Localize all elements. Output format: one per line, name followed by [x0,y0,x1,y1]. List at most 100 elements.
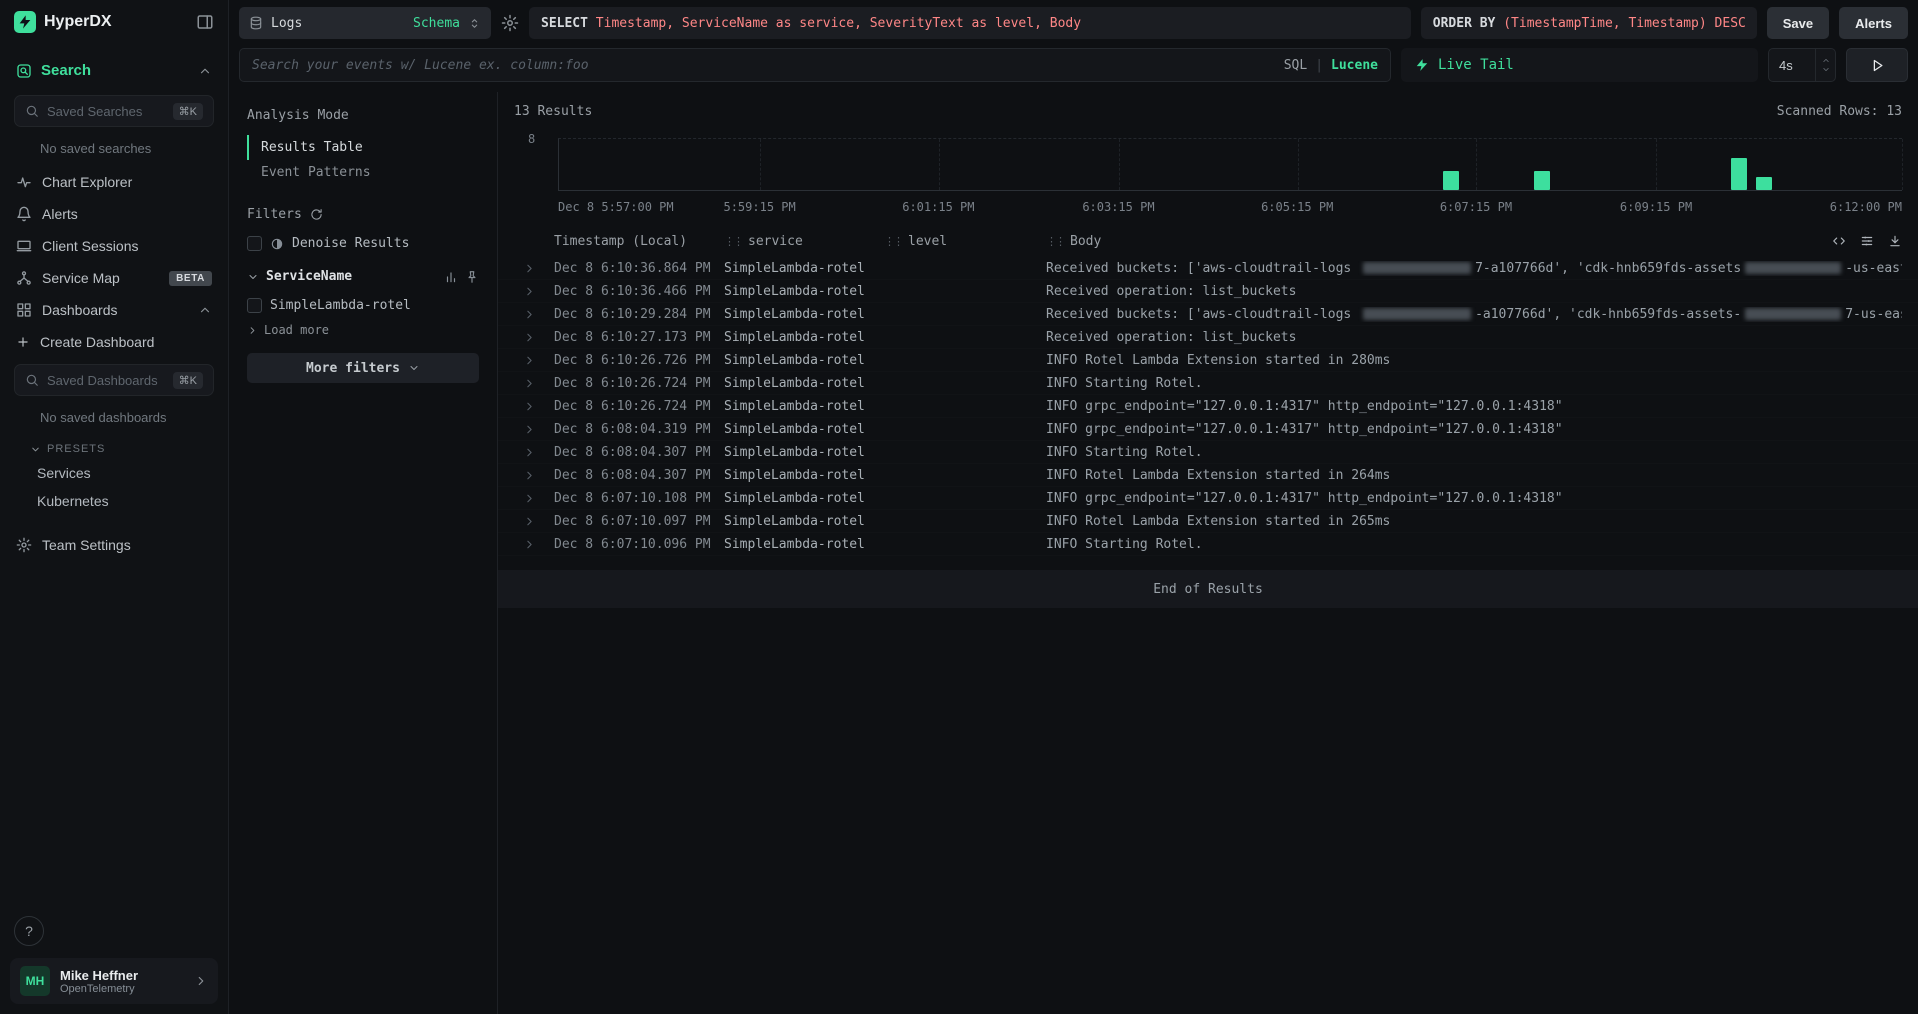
sidebar-item-chart-explorer[interactable]: Chart Explorer [0,166,228,198]
x-axis-tick-label: 6:09:15 PM [1620,200,1692,214]
sidebar-item-client-sessions[interactable]: Client Sessions [0,230,228,262]
log-row[interactable]: Dec 8 6:10:36.466 PM SimpleLambda-rotel … [498,280,1918,303]
log-row[interactable]: Dec 8 6:10:26.724 PM SimpleLambda-rotel … [498,372,1918,395]
mode-event-patterns[interactable]: Event Patterns [247,160,479,185]
denoise-checkbox[interactable] [247,236,262,251]
col-body[interactable]: ⋮⋮Body [1046,234,1902,249]
select-clause-input[interactable]: SELECT Timestamp, ServiceName as service… [529,7,1411,39]
source-select[interactable]: Logs Schema [239,7,491,39]
row-body: INFO grpc_endpoint="127.0.0.1:4317" http… [1046,491,1902,506]
create-dashboard-button[interactable]: Create Dashboard [0,326,228,358]
alerts-button[interactable]: Alerts [1839,7,1908,39]
live-tail-button[interactable]: Live Tail [1401,48,1758,82]
expand-row-icon[interactable] [523,377,536,390]
drag-handle-icon[interactable]: ⋮⋮ [1046,235,1064,248]
col-level[interactable]: ⋮⋮level [884,234,1036,249]
log-row[interactable]: Dec 8 6:07:10.108 PM SimpleLambda-rotel … [498,487,1918,510]
expand-row-icon[interactable] [523,538,536,551]
log-row[interactable]: Dec 8 6:10:36.864 PM SimpleLambda-rotel … [498,257,1918,280]
facet-checkbox[interactable] [247,298,262,313]
drag-handle-icon[interactable]: ⋮⋮ [724,235,742,248]
row-timestamp: Dec 8 6:08:04.307 PM [554,468,714,483]
log-row[interactable]: Dec 8 6:08:04.319 PM SimpleLambda-rotel … [498,418,1918,441]
sidebar-item-service-map[interactable]: Service Map BETA [0,262,228,294]
preset-kubernetes[interactable]: Kubernetes [0,487,228,515]
play-button[interactable] [1846,48,1908,82]
expand-row-icon[interactable] [523,492,536,505]
user-menu[interactable]: MH Mike Heffner OpenTelemetry [10,958,218,1004]
row-body: Received operation: list_buckets [1046,330,1902,345]
col-service[interactable]: ⋮⋮service [724,234,874,249]
refresh-interval-select[interactable]: 4s [1768,48,1836,82]
denoise-results-option[interactable]: Denoise Results [247,236,479,251]
presets-section-toggle[interactable]: PRESETS [0,435,228,459]
code-view-icon[interactable] [1832,234,1846,248]
hyperdx-logo[interactable]: HyperDX [14,11,112,33]
facet-simplelambda-rotel[interactable]: SimpleLambda-rotel [247,298,479,313]
expand-row-icon[interactable] [523,515,536,528]
query-language-toggle: SQL | Lucene [1284,58,1378,73]
pin-icon[interactable] [465,270,479,284]
presets-label: PRESETS [47,443,105,455]
expand-row-icon[interactable] [523,446,536,459]
load-more-button[interactable]: Load more [247,323,479,337]
mode-results-table[interactable]: Results Table [247,135,479,160]
sql-mode-toggle[interactable]: SQL [1284,58,1307,73]
expand-row-icon[interactable] [523,285,536,298]
log-row[interactable]: Dec 8 6:10:27.173 PM SimpleLambda-rotel … [498,326,1918,349]
expand-row-icon[interactable] [523,423,536,436]
schema-link[interactable]: Schema [413,16,460,31]
log-row[interactable]: Dec 8 6:07:10.096 PM SimpleLambda-rotel … [498,533,1918,556]
lucene-mode-toggle[interactable]: Lucene [1331,58,1378,73]
expand-row-icon[interactable] [523,262,536,275]
more-filters-button[interactable]: More filters [247,353,479,383]
table-header: Timestamp (Local) ⋮⋮service ⋮⋮level ⋮⋮Bo… [498,225,1918,257]
sidebar-item-alerts[interactable]: Alerts [0,198,228,230]
no-saved-searches-text: No saved searches [0,135,228,166]
interval-stepper[interactable] [1815,49,1835,81]
drag-handle-icon[interactable]: ⋮⋮ [884,235,902,248]
log-row[interactable]: Dec 8 6:08:04.307 PM SimpleLambda-rotel … [498,441,1918,464]
sidebar-item-dashboards[interactable]: Dashboards [0,294,228,326]
order-by-input[interactable]: ORDER BY (TimestampTime, Timestamp) DESC [1421,7,1757,39]
expand-row-icon[interactable] [523,400,536,413]
bar-chart-icon[interactable] [444,270,458,284]
results-count: 13 Results [514,104,592,119]
user-org: OpenTelemetry [60,983,184,995]
log-row[interactable]: Dec 8 6:08:04.307 PM SimpleLambda-rotel … [498,464,1918,487]
analysis-mode-list: Results Table Event Patterns [247,135,479,185]
histogram-bar[interactable] [1534,171,1550,190]
histogram-bar[interactable] [1756,177,1772,190]
preset-services[interactable]: Services [0,459,228,487]
col-timestamp[interactable]: Timestamp (Local) [554,234,714,249]
log-row[interactable]: Dec 8 6:10:29.284 PM SimpleLambda-rotel … [498,303,1918,326]
collapse-sidebar-icon[interactable] [196,13,214,31]
query-settings-gear-icon[interactable] [501,14,519,32]
sidebar-item-team-settings[interactable]: Team Settings [0,529,228,561]
histogram-plot[interactable] [558,138,1902,191]
help-button[interactable]: ? [14,916,44,946]
save-button[interactable]: Save [1767,7,1829,39]
bell-icon [16,206,32,222]
log-rows: Dec 8 6:10:36.864 PM SimpleLambda-rotel … [498,257,1918,556]
saved-searches-input[interactable]: Saved Searches ⌘K [14,95,214,127]
servicename-filter-group[interactable]: ServiceName [247,269,479,284]
log-row[interactable]: Dec 8 6:10:26.726 PM SimpleLambda-rotel … [498,349,1918,372]
results-panel: 13 Results Scanned Rows: 13 8 Dec 8 5:57… [498,92,1918,1014]
expand-row-icon[interactable] [523,331,536,344]
expand-row-icon[interactable] [523,469,536,482]
row-body: INFO Rotel Lambda Extension started in 2… [1046,353,1902,368]
table-settings-icon[interactable] [1860,234,1874,248]
sidebar-item-search[interactable]: Search [0,52,228,89]
event-search-input[interactable]: Search your events w/ Lucene ex. column:… [239,48,1391,82]
histogram-bar[interactable] [1443,171,1459,190]
download-icon[interactable] [1888,234,1902,248]
gridline [760,139,761,190]
histogram-bar[interactable] [1731,158,1747,190]
log-row[interactable]: Dec 8 6:10:26.724 PM SimpleLambda-rotel … [498,395,1918,418]
refresh-icon[interactable] [310,208,323,221]
expand-row-icon[interactable] [523,308,536,321]
saved-dashboards-input[interactable]: Saved Dashboards ⌘K [14,364,214,396]
expand-row-icon[interactable] [523,354,536,367]
log-row[interactable]: Dec 8 6:07:10.097 PM SimpleLambda-rotel … [498,510,1918,533]
